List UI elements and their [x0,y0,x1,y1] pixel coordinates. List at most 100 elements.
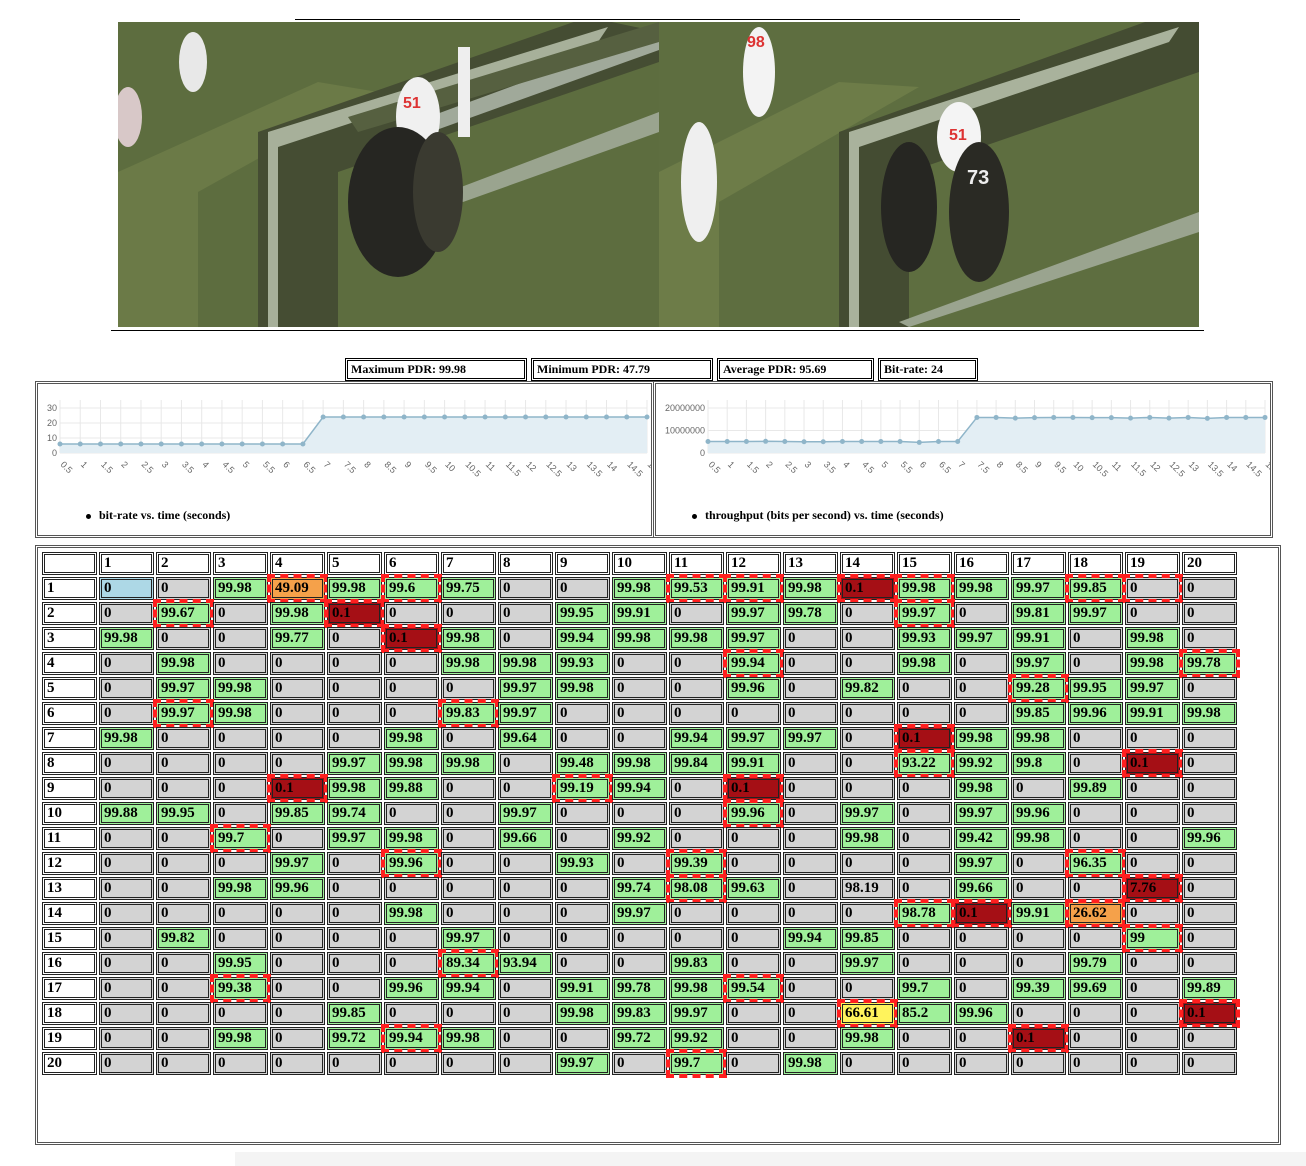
pdr-cell: 99.85 [840,927,895,950]
pdr-cell: 99.78 [612,977,667,1000]
pdr-cell: 0 [270,727,325,750]
pdr-cell: 0 [783,1002,838,1025]
pdr-cell: 99.98 [1011,727,1066,750]
pdr-cell: 96.35 [1065,849,1126,878]
pdr-cell: 0 [498,777,553,800]
pdr-cell: 0 [99,577,154,600]
video-top-rule [295,19,1020,20]
pdr-cell: 99.91 [726,752,781,775]
pdr-cell: 0 [1068,727,1123,750]
x-tick-label: 10 [443,459,457,473]
pdr-cell: 99.96 [270,877,325,900]
pdr-cell: 0 [327,727,382,750]
pdr-cell: 0 [1068,1052,1123,1075]
pdr-cell: 0 [669,652,724,675]
pdr-cell: 0 [840,727,895,750]
data-point [1243,414,1249,420]
pdr-cell: 0 [156,1002,211,1025]
data-point [77,441,83,447]
pdr-cell: 99.39 [666,849,727,878]
pdr-cell: 0 [99,777,154,800]
data-point [543,414,549,420]
pdr-cell: 99.74 [612,877,667,900]
pdr-cell: 0 [954,677,1009,700]
pdr-cell: 99.38 [210,974,271,1003]
column-header: 14 [840,552,895,575]
pdr-cell: 0 [954,702,1009,725]
pdr-cell: 0 [1182,627,1237,650]
pdr-cell: 0 [897,802,952,825]
data-point [878,439,884,445]
pdr-cell: 0 [441,777,496,800]
pdr-cell: 0 [897,702,952,725]
pdr-cell: 0 [726,1002,781,1025]
pdr-cell: 0 [612,802,667,825]
data-point [421,414,427,420]
pdr-cell: 99.97 [726,727,781,750]
pdr-cell: 99.85 [1011,702,1066,725]
data-point [1262,414,1268,420]
pdr-cell: 99.67 [153,599,214,628]
pdr-cell: 99.98 [555,1002,610,1025]
row-header: 5 [42,677,97,700]
pdr-cell: 0 [99,1002,154,1025]
pdr-cell: 0 [783,702,838,725]
x-tick-label: 3 [160,459,171,470]
pdr-cell: 0 [783,827,838,850]
data-point [97,441,103,447]
pdr-cell: 0 [327,1052,382,1075]
pdr-cell: 99.97 [783,727,838,750]
pdr-cell: 99.89 [1182,977,1237,1000]
data-point [897,439,903,445]
pdr-cell: 0 [99,677,154,700]
pdr-cell: 99.74 [327,802,382,825]
data-point [442,414,448,420]
x-tick-label: 14 [1225,459,1239,473]
x-tick-label: 8.5 [382,459,398,475]
x-tick-label: 1 [726,459,737,470]
row-header: 10 [42,802,97,825]
pdr-cell: 99.98 [954,777,1009,800]
pdr-cell: 99.97 [669,1002,724,1025]
column-header: 3 [213,552,268,575]
data-point [1032,415,1038,421]
x-tick-label: 5.5 [261,459,277,475]
pdr-cell: 0 [1182,877,1237,900]
column-header: 13 [783,552,838,575]
pdr-cell: 0 [726,952,781,975]
pdr-cell: 0 [1182,952,1237,975]
pdr-cell: 0 [327,852,382,875]
pdr-cell: 99.98 [99,727,154,750]
pdr-cell: 0 [327,677,382,700]
data-point [974,414,980,420]
pdr-cell: 99.69 [1068,977,1123,1000]
pdr-cell: 0 [1125,802,1180,825]
pdr-cell: 99.88 [384,777,439,800]
data-point [724,439,730,445]
pdr-cell: 0 [555,927,610,950]
x-tick-label: 4.5 [221,459,237,475]
pdr-cell: 0 [213,602,268,625]
pdr-cell: 99.83 [612,1002,667,1025]
pdr-cell: 99.93 [555,852,610,875]
grid-row: 17 0 0 99.38 0 0 99.96 99.94 0 99.91 99.78 99.98 99.… [42,974,1237,1003]
data-point [993,414,999,420]
pdr-cell: 99.64 [498,727,553,750]
pdr-cell: 0 [726,852,781,875]
grid-row: 5 0 99.97 99.98 0 0 0 0 99.97 99.98 0 0 99.96 0 99.82 0… [42,674,1237,703]
x-tick-label: 12.5 [544,459,563,478]
pdr-cell: 0 [384,877,439,900]
data-point [1204,415,1210,421]
pdr-cell: 99.83 [669,952,724,975]
x-tick-label: 13 [565,459,579,473]
pdr-cell: 99.77 [270,627,325,650]
pdr-cell: 0 [555,877,610,900]
video-frames: 51 98 51 73 [118,22,1199,327]
y-tick-label: 30 [47,403,57,413]
pdr-cell: 0 [1011,877,1066,900]
pdr-cell: 0 [384,1052,439,1075]
row-header: 9 [42,777,97,800]
pdr-cell: 0 [783,777,838,800]
x-tick-label: 14.5 [625,459,644,478]
pdr-cell: 0 [555,577,610,600]
